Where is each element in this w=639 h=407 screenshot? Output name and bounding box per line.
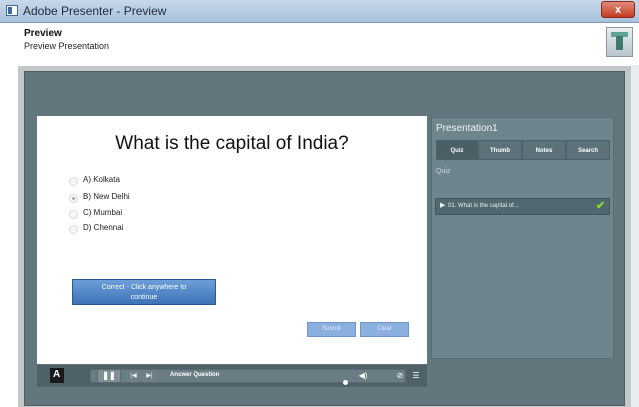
clear-button[interactable]: Clear (360, 322, 409, 337)
slide-name-label: Answer Question (170, 372, 220, 378)
quiz-slide[interactable]: What is the capital of India? A) Kolkata… (37, 116, 427, 364)
tab-thumb[interactable]: Thumb (478, 140, 522, 160)
previous-slide-button[interactable]: |◀ (127, 370, 140, 382)
feedback-line-2: continue (130, 294, 158, 301)
radio-option-c[interactable] (69, 210, 78, 219)
quiz-list-item[interactable]: ▶ 01. What is the capital of... ✔ (435, 198, 610, 215)
tab-search[interactable]: Search (566, 140, 610, 160)
quiz-section-label: Quiz (436, 168, 451, 175)
question-title: What is the capital of India? (115, 133, 349, 154)
adobe-logo-icon (50, 368, 64, 383)
window-titlebar: Adobe Presenter - Preview x (0, 0, 639, 23)
feedback-correct-message[interactable]: Correct - Click anywhere to continue (72, 279, 216, 305)
dialog-subheading: Preview Presentation (24, 41, 110, 51)
quiz-item-label: 01. What is the capital of... (448, 203, 519, 209)
option-label: B) New Delhi (83, 192, 130, 201)
tab-notes[interactable]: Notes (522, 140, 566, 160)
menu-icon[interactable]: ☰ (410, 370, 422, 382)
app-icon (6, 5, 18, 16)
radio-option-b[interactable] (69, 194, 78, 203)
pause-button[interactable]: ❚❚ (97, 369, 121, 383)
tab-quiz[interactable]: Quiz (436, 140, 478, 160)
playback-controls: ❚❚ |◀ ▶| Answer Question ◀) ⊘ ☰ (37, 365, 427, 387)
option-label: A) Kolkata (83, 175, 120, 184)
radio-option-a[interactable] (69, 177, 78, 186)
feedback-line-1: Correct - Click anywhere to (101, 284, 187, 291)
expand-arrow-icon: ▶ (440, 202, 446, 209)
presentation-title: Presentation1 (436, 123, 498, 134)
option-label: D) Chennai (83, 223, 124, 232)
window-title: Adobe Presenter - Preview (23, 4, 167, 18)
frame-left (0, 65, 18, 407)
close-button[interactable]: x (601, 1, 635, 18)
submit-button[interactable]: Submit (307, 322, 356, 337)
attachment-icon[interactable]: ⊘ (394, 370, 406, 382)
sidebar-panel: Presentation1 Quiz Thumb Notes Search Qu… (431, 117, 614, 359)
checkmark-icon: ✔ (596, 200, 606, 212)
presenter-icon (606, 27, 633, 57)
next-slide-button[interactable]: ▶| (143, 370, 156, 382)
option-label: C) Mumbai (83, 208, 123, 217)
volume-icon[interactable]: ◀) (355, 370, 371, 381)
dialog-heading: Preview (24, 28, 62, 39)
radio-option-d[interactable] (69, 225, 78, 234)
frame-right (631, 65, 639, 407)
progress-indicator[interactable] (343, 380, 348, 385)
